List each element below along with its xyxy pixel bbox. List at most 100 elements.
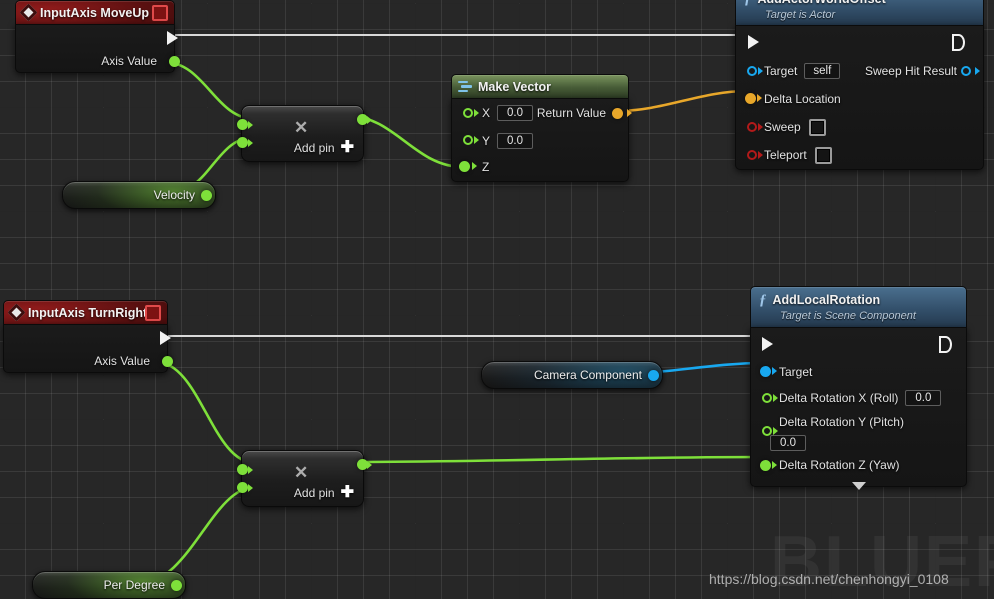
- velocity-output-pin[interactable]: [201, 190, 212, 201]
- target-input-pin[interactable]: [747, 66, 757, 76]
- target-input-arrow: [772, 367, 777, 375]
- teleport-input-pin[interactable]: [747, 150, 757, 160]
- add-pin-button[interactable]: Add pin ✚: [294, 485, 354, 501]
- multiply-input-a-pin[interactable]: [237, 464, 248, 475]
- exec-out-pin[interactable]: [952, 34, 965, 51]
- teleport-checkbox[interactable]: [814, 146, 832, 164]
- expand-chevron-down-icon[interactable]: [851, 482, 866, 490]
- pin-row-delta-rotation-x[interactable]: Delta Rotation X (Roll) 0.0: [751, 385, 966, 411]
- make-vector-return-arrow: [627, 109, 632, 117]
- node-header-inputaxis-turnright[interactable]: InputAxis TurnRight: [3, 300, 168, 324]
- pin-row-target[interactable]: Target self Sweep Hit Result: [736, 57, 983, 85]
- make-vector-x-pin[interactable]: [463, 108, 473, 118]
- multiply-operator-icon: ✕: [294, 118, 309, 137]
- node-inputaxis-turnright[interactable]: InputAxis TurnRight Axis Value: [3, 300, 173, 373]
- pin-row-exec[interactable]: [736, 26, 983, 57]
- make-vector-z-pin[interactable]: [459, 161, 470, 172]
- delta-rotation-x-pin[interactable]: [762, 393, 772, 403]
- node-multiply-bottom[interactable]: ✕ Add pin ✚: [237, 450, 372, 507]
- pin-row-y[interactable]: Y 0.0: [452, 127, 628, 154]
- function-f-icon: ƒ: [744, 0, 752, 8]
- exec-out-pin[interactable]: [167, 31, 178, 45]
- make-vector-y-arrow: [474, 136, 479, 144]
- pin-row-sweep[interactable]: Sweep: [736, 113, 983, 141]
- pin-row-expand[interactable]: [751, 478, 966, 500]
- blueprint-graph-canvas[interactable]: BLUEPR https://blog.csdn.net/chenhongyi_…: [0, 0, 994, 599]
- sweep-checkbox[interactable]: [808, 118, 826, 136]
- axis-value-output-pin[interactable]: [162, 356, 173, 367]
- delta-rotation-y-arrow: [773, 427, 778, 435]
- node-variable-velocity[interactable]: Velocity: [62, 181, 216, 209]
- node-make-vector[interactable]: Make Vector X 0.0 Return Value Y 0.0 Z: [451, 74, 632, 182]
- pin-row-delta-rotation-z[interactable]: Delta Rotation Z (Yaw): [751, 452, 966, 478]
- make-vector-y-value[interactable]: 0.0: [497, 132, 534, 149]
- delta-rotation-z-pin[interactable]: [760, 460, 771, 471]
- node-header-inputaxis-moveup[interactable]: InputAxis MoveUp: [15, 0, 175, 24]
- pin-row-exec[interactable]: [751, 328, 966, 358]
- multiply-input-b-pin[interactable]: [237, 482, 248, 493]
- exec-in-pin[interactable]: [748, 35, 759, 49]
- delta-location-arrow: [757, 94, 762, 102]
- target-input-pin[interactable]: [760, 366, 771, 377]
- pin-row-exec-out[interactable]: [4, 325, 171, 349]
- node-add-actor-world-offset[interactable]: ƒ AddActorWorldOffset Target is Actor Ta…: [735, 0, 984, 170]
- node-subtitle: Target is Scene Component: [780, 309, 916, 322]
- node-body-inputaxis-moveup: Axis Value: [15, 24, 180, 73]
- sweep-hit-result-output-pin[interactable]: [961, 66, 971, 76]
- target-input-arrow: [758, 67, 763, 75]
- delta-rotation-z-arrow: [772, 461, 777, 469]
- pin-row-delta-rotation-y[interactable]: Delta Rotation Y (Pitch) 0.0: [751, 411, 966, 452]
- node-header-add-actor-world-offset[interactable]: ƒ AddActorWorldOffset Target is Actor: [735, 0, 984, 25]
- make-vector-return-value-pin[interactable]: [612, 108, 623, 119]
- node-title: InputAxis TurnRight: [28, 305, 148, 320]
- pin-row-exec-out[interactable]: [16, 25, 178, 49]
- delta-rotation-y-pin[interactable]: [762, 426, 772, 436]
- per-degree-output-pin[interactable]: [171, 580, 182, 591]
- node-body-inputaxis-turnright: Axis Value: [3, 324, 173, 373]
- pin-label-axis-value: Axis Value: [94, 353, 150, 368]
- multiply-input-a-arrow: [248, 466, 253, 474]
- sweep-hit-result-arrow: [975, 67, 980, 75]
- variable-label-camera-component: Camera Component: [533, 368, 642, 382]
- node-header-add-local-rotation[interactable]: ƒ AddLocalRotation Target is Scene Compo…: [750, 286, 967, 327]
- pin-row-target[interactable]: Target: [751, 358, 966, 385]
- axis-value-output-pin[interactable]: [169, 56, 180, 67]
- exec-in-pin[interactable]: [762, 337, 773, 351]
- pin-row-teleport[interactable]: Teleport: [736, 141, 983, 169]
- exec-out-pin[interactable]: [160, 331, 171, 345]
- watermark-url: https://blog.csdn.net/chenhongyi_0108: [709, 571, 949, 587]
- make-vector-x-value[interactable]: 0.0: [497, 105, 534, 121]
- collapse-button[interactable]: [152, 4, 168, 21]
- wire-makevector-to-deltalocation: [615, 89, 749, 113]
- wire-mult-bottom-to-yaw: [347, 455, 764, 464]
- camera-component-output-pin[interactable]: [648, 370, 659, 381]
- plus-icon: ✚: [340, 139, 354, 156]
- node-variable-camera-component[interactable]: Camera Component: [481, 361, 663, 389]
- make-vector-y-pin[interactable]: [463, 135, 473, 145]
- pin-label-y: Y: [482, 133, 491, 148]
- add-pin-button[interactable]: Add pin ✚: [294, 140, 354, 156]
- exec-out-pin[interactable]: [939, 336, 952, 353]
- node-header-make-vector[interactable]: Make Vector: [451, 74, 629, 98]
- pin-label-target: Target: [764, 64, 798, 78]
- multiply-output-arrow: [367, 461, 372, 469]
- multiply-input-b-pin[interactable]: [237, 137, 248, 148]
- pin-row-axis-value[interactable]: Axis Value: [16, 49, 180, 72]
- sweep-input-pin[interactable]: [747, 122, 757, 132]
- pin-row-delta-location[interactable]: Delta Location: [736, 85, 983, 113]
- node-multiply-top[interactable]: ✕ Add pin ✚: [237, 105, 372, 162]
- node-variable-per-degree[interactable]: Per Degree: [32, 571, 186, 599]
- multiply-input-a-pin[interactable]: [237, 119, 248, 130]
- pin-label-sweep-hit-result: Sweep Hit Result: [864, 64, 957, 78]
- delta-rotation-y-value[interactable]: 0.0: [770, 435, 806, 451]
- collapse-button[interactable]: [145, 304, 161, 321]
- pin-row-x[interactable]: X 0.0 Return Value: [452, 99, 632, 127]
- pin-row-axis-value[interactable]: Axis Value: [4, 349, 173, 372]
- delta-location-input-pin[interactable]: [745, 93, 756, 104]
- node-add-local-rotation[interactable]: ƒ AddLocalRotation Target is Scene Compo…: [750, 286, 967, 490]
- node-subtitle: Target is Actor: [765, 8, 836, 21]
- target-self-value[interactable]: self: [804, 63, 841, 79]
- delta-rotation-x-value[interactable]: 0.0: [905, 390, 942, 406]
- node-inputaxis-moveup[interactable]: InputAxis MoveUp Axis Value: [15, 0, 180, 73]
- pin-row-z[interactable]: Z: [452, 154, 628, 179]
